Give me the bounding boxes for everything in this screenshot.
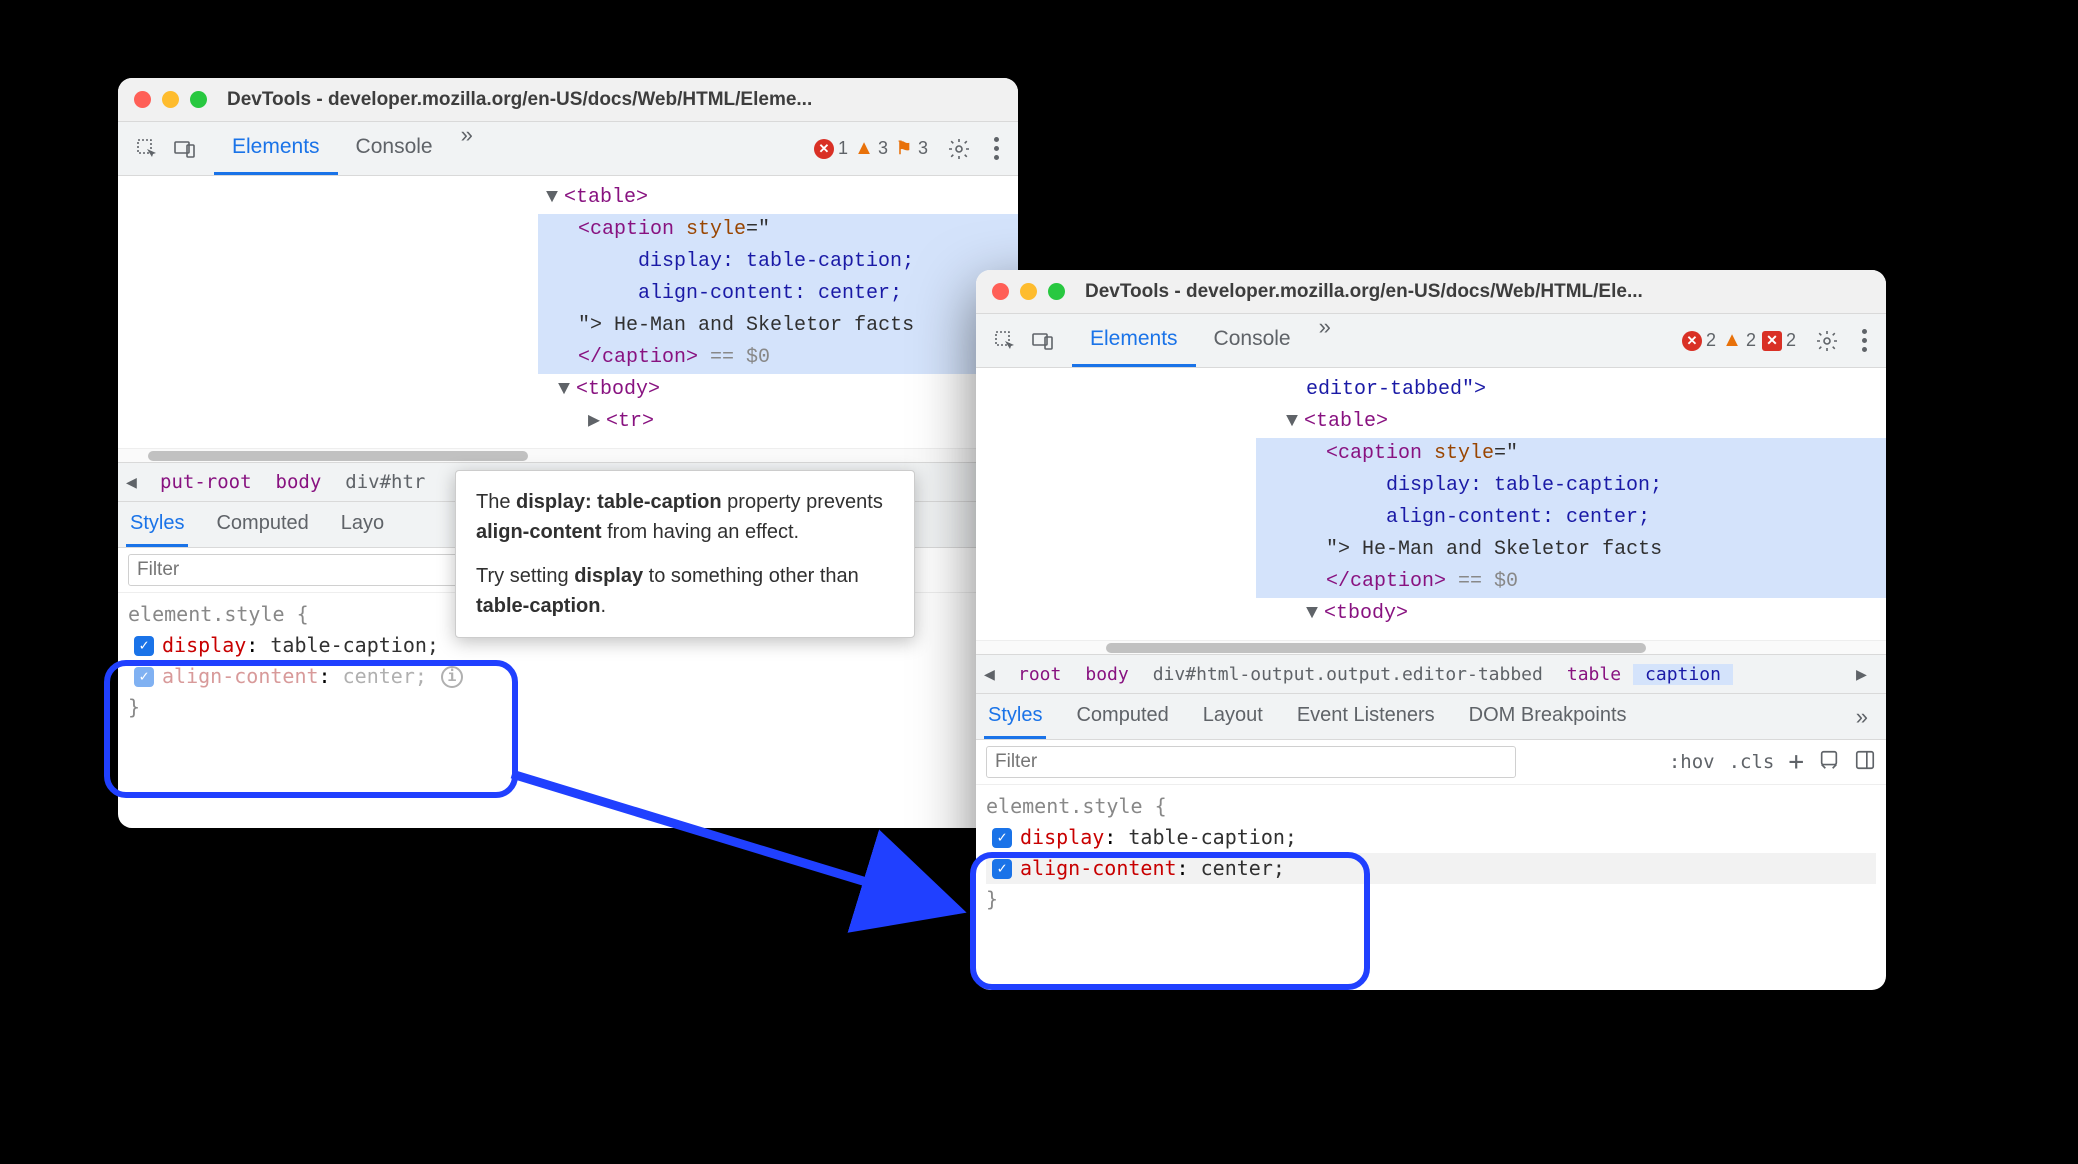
minimize-window-button[interactable]	[162, 91, 179, 108]
property-hint-tooltip: The display: table-caption property prev…	[455, 470, 915, 638]
subtab-computed[interactable]: Computed	[212, 502, 312, 547]
error-count: 2	[1706, 330, 1716, 351]
tab-console[interactable]: Console	[338, 122, 451, 175]
warning-icon: ▲	[854, 139, 874, 159]
toolbar: Elements Console » ✕1 ▲3 ⚑3	[118, 122, 1018, 176]
rule-selector[interactable]: element.style {	[986, 791, 1876, 822]
issue-icon: ✕	[1762, 331, 1782, 351]
tab-elements[interactable]: Elements	[214, 122, 338, 175]
breadcrumb-body[interactable]: body	[1073, 664, 1140, 685]
devtools-window-a: DevTools - developer.mozilla.org/en-US/d…	[118, 78, 1018, 828]
warning-count: 2	[1746, 330, 1756, 351]
property-toggle-checkbox[interactable]: ✓	[992, 828, 1012, 848]
maximize-window-button[interactable]	[190, 91, 207, 108]
styles-subtabs: Styles Computed Layout Event Listeners D…	[976, 694, 1886, 740]
status-badges[interactable]: ✕2 ▲2 ✕2	[1682, 330, 1796, 351]
error-icon: ✕	[814, 139, 834, 159]
window-title: DevTools - developer.mozilla.org/en-US/d…	[227, 89, 812, 111]
breadcrumb-body[interactable]: body	[264, 471, 334, 493]
window-title: DevTools - developer.mozilla.org/en-US/d…	[1085, 281, 1643, 303]
info-icon[interactable]: i	[441, 666, 463, 688]
status-badges[interactable]: ✕1 ▲3 ⚑3	[814, 138, 928, 159]
subtab-event-listeners[interactable]: Event Listeners	[1293, 694, 1439, 739]
subtab-dom-breakpoints[interactable]: DOM Breakpoints	[1465, 694, 1631, 739]
rule-close: }	[986, 884, 1876, 915]
panel-tabs: Elements Console »	[214, 122, 483, 175]
error-icon: ✕	[1682, 331, 1702, 351]
warning-icon: ▲	[1722, 331, 1742, 351]
dom-tree[interactable]: editor-tabbed"> ▼<table> <caption style=…	[976, 368, 1886, 640]
device-toolbar-icon[interactable]	[1026, 324, 1060, 358]
inspect-element-icon[interactable]	[130, 132, 164, 166]
breadcrumb-prev-icon[interactable]: ◀	[126, 472, 148, 493]
breadcrumb-root[interactable]: root	[1006, 664, 1073, 685]
subtab-styles[interactable]: Styles	[984, 694, 1046, 739]
breadcrumb: ◀ root body div#html-output.output.edito…	[976, 654, 1886, 694]
horizontal-scrollbar[interactable]	[118, 448, 1018, 462]
settings-icon[interactable]	[942, 132, 976, 166]
property-toggle-checkbox[interactable]: ✓	[992, 859, 1012, 879]
rendering-emulation-icon[interactable]	[1818, 749, 1840, 776]
tab-elements[interactable]: Elements	[1072, 314, 1196, 367]
tab-console[interactable]: Console	[1196, 314, 1309, 367]
tabs-overflow-icon[interactable]: »	[451, 122, 483, 175]
flag-icon: ⚑	[894, 139, 914, 159]
breadcrumb-table[interactable]: table	[1555, 664, 1633, 685]
subtabs-overflow-icon[interactable]: »	[1846, 704, 1878, 730]
subtab-styles[interactable]: Styles	[126, 502, 188, 547]
property-toggle-checkbox[interactable]: ✓	[134, 636, 154, 656]
settings-icon[interactable]	[1810, 324, 1844, 358]
warning-count: 3	[878, 138, 888, 159]
horizontal-scrollbar[interactable]	[976, 640, 1886, 654]
traffic-lights	[134, 91, 207, 108]
filter-row: :hov .cls +	[976, 740, 1886, 785]
minimize-window-button[interactable]	[1020, 283, 1037, 300]
dom-tag-table[interactable]: <table>	[564, 186, 648, 209]
more-menu-icon[interactable]	[1854, 329, 1874, 352]
subtab-layout[interactable]: Layout	[1199, 694, 1267, 739]
dom-tree[interactable]: ▼<table> <caption style=" display: table…	[118, 176, 1018, 448]
close-window-button[interactable]	[134, 91, 151, 108]
more-menu-icon[interactable]	[986, 137, 1006, 160]
styles-filter-input[interactable]	[986, 746, 1516, 778]
hover-toggle[interactable]: :hov	[1669, 751, 1715, 773]
panel-tabs: Elements Console »	[1072, 314, 1341, 367]
maximize-window-button[interactable]	[1048, 283, 1065, 300]
new-style-rule-icon[interactable]: +	[1788, 747, 1804, 777]
breadcrumb-caption[interactable]: caption	[1633, 664, 1733, 685]
breadcrumb-root[interactable]: put-root	[148, 471, 264, 493]
computed-sidebar-icon[interactable]	[1854, 749, 1876, 776]
filter-tools: :hov .cls +	[1669, 747, 1876, 777]
issue-count: 2	[1786, 330, 1796, 351]
subtab-computed[interactable]: Computed	[1072, 694, 1172, 739]
breadcrumb-div[interactable]: div#htr	[333, 471, 437, 493]
breadcrumb-div[interactable]: div#html-output.output.editor-tabbed	[1141, 664, 1555, 685]
inspect-element-icon[interactable]	[988, 324, 1022, 358]
property-toggle-checkbox[interactable]: ✓	[134, 667, 154, 687]
close-window-button[interactable]	[992, 283, 1009, 300]
error-count: 1	[838, 138, 848, 159]
devtools-window-b: DevTools - developer.mozilla.org/en-US/d…	[976, 270, 1886, 990]
styles-rules[interactable]: element.style { ✓ display: table-caption…	[976, 785, 1886, 929]
toolbar: Elements Console » ✕2 ▲2 ✕2	[976, 314, 1886, 368]
breadcrumb-prev-icon[interactable]: ◀	[984, 664, 1006, 685]
traffic-lights	[992, 283, 1065, 300]
flag-count: 3	[918, 138, 928, 159]
tabs-overflow-icon[interactable]: »	[1309, 314, 1341, 367]
rule-close: }	[128, 692, 1008, 723]
subtab-layout[interactable]: Layo	[337, 502, 388, 547]
titlebar: DevTools - developer.mozilla.org/en-US/d…	[976, 270, 1886, 314]
device-toolbar-icon[interactable]	[168, 132, 202, 166]
titlebar: DevTools - developer.mozilla.org/en-US/d…	[118, 78, 1018, 122]
class-toggle[interactable]: .cls	[1729, 751, 1775, 773]
breadcrumb-next-icon[interactable]: ▶	[1856, 664, 1878, 685]
